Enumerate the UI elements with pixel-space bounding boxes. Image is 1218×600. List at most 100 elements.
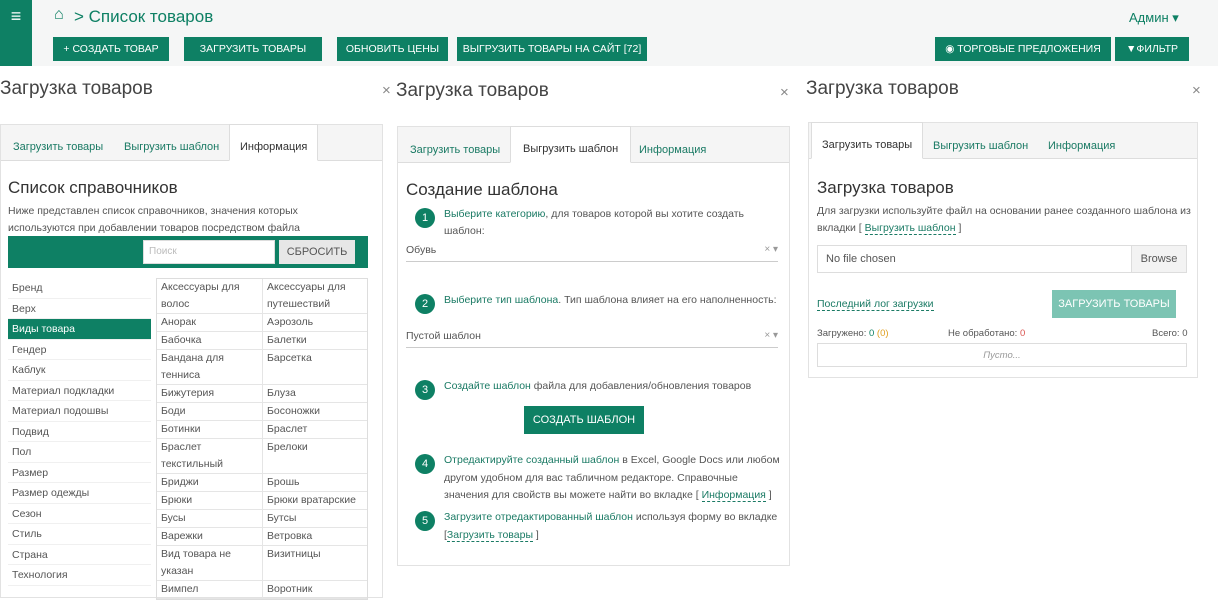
home-icon[interactable]: ⌂ (54, 6, 64, 24)
close-icon[interactable]: × (382, 82, 391, 99)
upload-products-submit[interactable]: ЗАГРУЗИТЬ ТОВАРЫ (1052, 290, 1176, 318)
type-select[interactable]: Пустой шаблон × ▾ (406, 330, 778, 348)
step-3-desc: файла для добавления/обновления товаров (530, 380, 752, 392)
total-value: 0 (1182, 328, 1188, 339)
hamburger-icon[interactable]: ≡ (0, 0, 32, 66)
unprocessed-count: Не обработано: 0 (948, 325, 1025, 342)
value-cell: Браслет (262, 421, 367, 438)
info-tab-link[interactable]: Информация (701, 489, 766, 502)
category-item[interactable]: Каблук (8, 360, 151, 381)
user-menu[interactable]: Админ ▾ (1129, 10, 1179, 26)
value-cell: Боди (161, 405, 186, 417)
trade-offers-button[interactable]: ◉ ТОРГОВЫЕ ПРЕДЛОЖЕНИЯ (935, 37, 1111, 61)
panel-title: Загрузка товаров (0, 78, 153, 99)
tab-upload-3[interactable]: Загрузить товары (811, 122, 924, 159)
value-cell: Брюки вратарские (262, 492, 367, 509)
step-4-text: Отредактируйте созданный шаблон в Excel,… (444, 452, 784, 505)
table-row: Ботинки Браслет (157, 421, 367, 439)
choose-category-link[interactable]: Выберите категорию (444, 208, 545, 220)
table-row: Бабочка Балетки (157, 332, 367, 350)
total-count: Всего: 0 (1152, 325, 1188, 342)
tab-info[interactable]: Информация (229, 124, 319, 161)
table-row: Браслет текстильный Брелоки (157, 439, 367, 474)
category-item[interactable]: Материал подошвы (8, 401, 151, 422)
file-input[interactable]: No file chosen Browse (817, 245, 1187, 273)
category-item[interactable]: Сезон (8, 504, 151, 524)
upload-desc-end: ] (958, 222, 962, 234)
value-cell: Бабочка (161, 334, 202, 346)
eye-icon: ◉ (945, 43, 958, 55)
reset-button[interactable]: СБРОСИТЬ (279, 240, 355, 264)
category-item[interactable]: Размер одежды (8, 483, 151, 504)
tab-bar: Загрузить товары Выгрузить шаблон Информ… (1, 124, 382, 161)
browse-button[interactable]: Browse (1131, 246, 1186, 272)
table-row: Варежки Ветровка (157, 528, 367, 546)
values-table: Аксессуары для волос Аксессуары для путеш… (156, 278, 368, 600)
category-value: Обувь (406, 244, 437, 256)
table-row: Бижутерия Блуза (157, 385, 367, 403)
close-icon-2[interactable]: × (780, 84, 789, 101)
upload-edited-link[interactable]: Загрузите отредактированный шаблон (444, 511, 633, 523)
value-cell: Бутсы (262, 510, 367, 527)
category-item[interactable]: Гендер (8, 340, 151, 360)
tab-upload[interactable]: Загрузить товары (13, 141, 103, 153)
search-input[interactable]: Поиск (143, 240, 275, 264)
category-select[interactable]: Обувь × ▾ (406, 244, 778, 262)
step-2-desc: . Тип шаблона влияет на его наполненност… (558, 294, 777, 306)
update-prices-button[interactable]: ОБНОВИТЬ ЦЕНЫ (337, 37, 448, 61)
category-item[interactable]: Бренд (8, 278, 151, 299)
last-log-link[interactable]: Последний лог загрузки (817, 296, 934, 313)
upload-tab-link[interactable]: Загрузить товары (446, 528, 533, 542)
panel-title-3: Загрузка товаров (806, 78, 959, 99)
file-status: No file chosen (826, 253, 896, 265)
category-item[interactable]: Подвид (8, 422, 151, 442)
category-item[interactable]: Технология (8, 565, 151, 586)
create-template-button[interactable]: СОЗДАТЬ ШАБЛОН (524, 406, 644, 434)
value-cell: Вид товара не указан (161, 548, 231, 577)
create-product-button[interactable]: + СОЗДАТЬ ТОВАР (53, 37, 169, 61)
category-item[interactable]: Стиль (8, 524, 151, 545)
unprocessed-value: 0 (1019, 328, 1026, 339)
tab-info-2[interactable]: Информация (639, 144, 706, 156)
tab-template[interactable]: Выгрузить шаблон (124, 141, 219, 153)
category-item[interactable]: Страна (8, 545, 151, 565)
table-row: Аксессуары для волос Аксессуары для путеш… (157, 279, 367, 314)
step-5-badge: 5 (415, 511, 435, 531)
value-cell: Аксессуары для волос (161, 281, 240, 310)
value-cell: Барсетка (262, 350, 367, 384)
loaded-value: 0 (868, 328, 875, 339)
table-row: Вид товара не указан Визитницы (157, 546, 367, 581)
table-row: Вимпел Воротник (157, 581, 367, 599)
upload-products-button[interactable]: ЗАГРУЗИТЬ ТОВАРЫ (184, 37, 322, 61)
tab-template-2[interactable]: Выгрузить шаблон (510, 126, 632, 163)
last-log-text: Последний лог загрузки (817, 298, 934, 311)
value-cell: Анорак (161, 316, 196, 328)
tab-template-3[interactable]: Выгрузить шаблон (933, 140, 1028, 152)
create-template-link[interactable]: Создайте шаблон (444, 380, 531, 392)
category-item[interactable]: Верх (8, 299, 151, 319)
export-template-link[interactable]: Выгрузить шаблон (864, 222, 956, 235)
close-icon-3[interactable]: × (1192, 82, 1201, 99)
category-item[interactable]: Пол (8, 442, 151, 463)
value-cell: Брошь (262, 474, 367, 491)
choose-type-link[interactable]: Выберите тип шаблона (444, 294, 558, 306)
clear-chevron-icon[interactable]: × ▾ (764, 244, 778, 255)
value-cell: Варежки (161, 530, 203, 542)
value-cell: Бусы (161, 512, 186, 524)
step-3-text: Создайте шаблон файла для добавления/обн… (444, 378, 784, 395)
category-item[interactable]: Виды товара (8, 319, 151, 340)
upload-title: Загрузка товаров (817, 178, 954, 197)
tab-info-3[interactable]: Информация (1048, 140, 1115, 152)
export-products-button[interactable]: ВЫГРУЗИТЬ ТОВАРЫ НА САЙТ [72] (457, 37, 647, 61)
value-cell: Воротник (262, 581, 367, 598)
edit-template-link[interactable]: Отредактируйте созданный шаблон (444, 454, 619, 466)
clear-chevron-icon-2[interactable]: × ▾ (764, 330, 778, 341)
tab-bar-3: Загрузить товары Выгрузить шаблон Информ… (809, 122, 1197, 159)
type-value: Пустой шаблон (406, 330, 481, 342)
panel-title-2: Загрузка товаров (396, 80, 549, 101)
tab-upload-2[interactable]: Загрузить товары (410, 144, 500, 156)
category-item[interactable]: Материал подкладки (8, 381, 151, 401)
filter-button[interactable]: ▼ФИЛЬТР (1115, 37, 1189, 61)
category-item[interactable]: Размер (8, 463, 151, 483)
category-list: Бренд Верх Виды товара Гендер Каблук Материал… (8, 278, 151, 586)
